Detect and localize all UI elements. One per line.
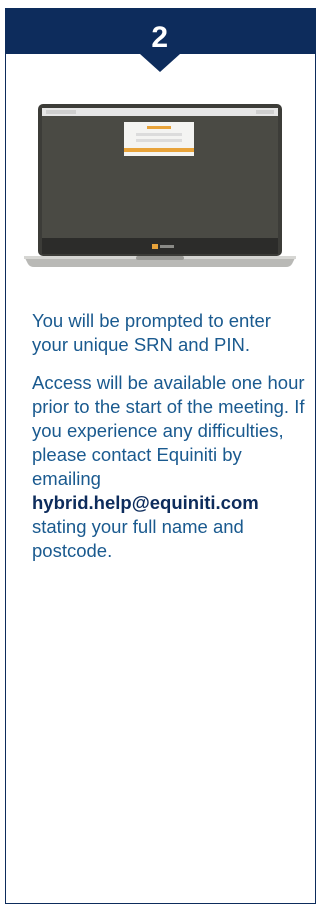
- access-text: Access will be available one hour prior …: [32, 372, 305, 489]
- prompt-paragraph: You will be prompted to enter your uniqu…: [32, 310, 271, 355]
- access-text-end: stating your full name and postcode.: [32, 516, 244, 561]
- step-card: 2 You will be prompted to enter your uni…: [4, 7, 316, 904]
- instructions: You will be prompted to enter your uniqu…: [32, 309, 308, 577]
- contact-email-link[interactable]: hybrid.help@equiniti.com: [32, 492, 259, 513]
- laptop-login-screen-icon: [24, 104, 296, 267]
- laptop-illustration: [24, 104, 296, 274]
- step-number: 2: [151, 20, 169, 54]
- access-paragraph: Access will be available one hour prior …: [32, 371, 308, 563]
- step-header: 2: [4, 7, 316, 76]
